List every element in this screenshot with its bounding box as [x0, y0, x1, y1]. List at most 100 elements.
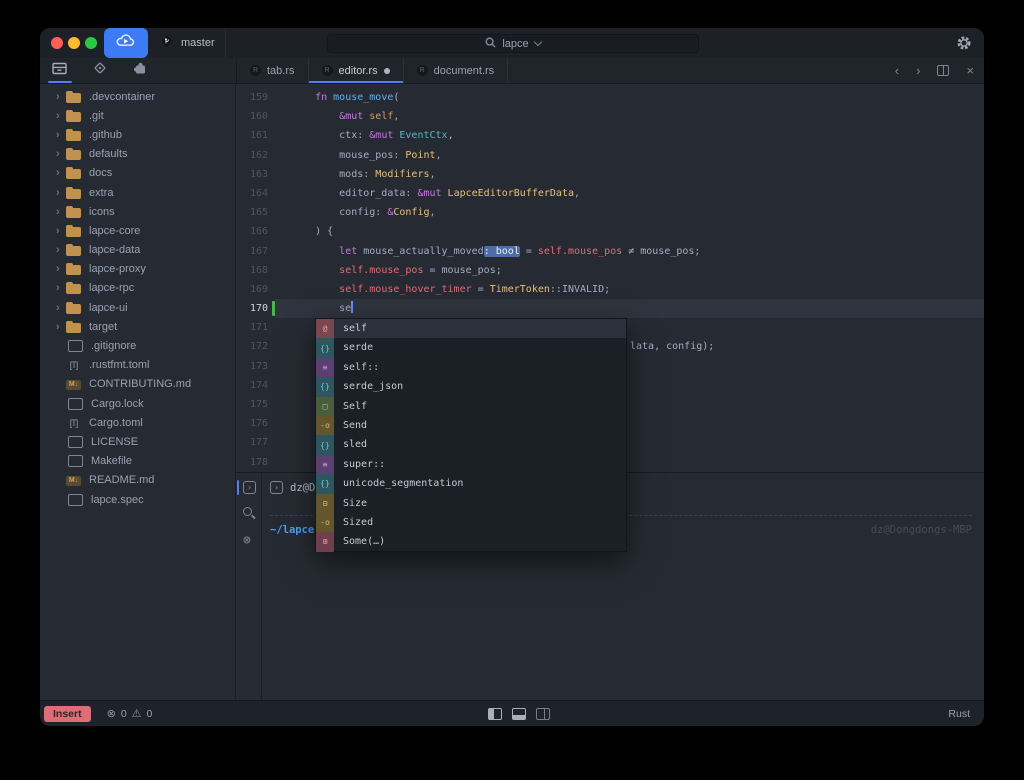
plugins-icon[interactable]	[133, 61, 147, 80]
tree-item-.git[interactable]: ›.git	[40, 106, 235, 125]
code-line-160[interactable]: 160 &mut self,	[236, 107, 984, 126]
tree-item-label: .devcontainer	[89, 91, 155, 103]
tree-item-icons[interactable]: ›icons	[40, 202, 235, 221]
code-line-164[interactable]: 164 editor_data: &mut LapceEditorBufferD…	[236, 184, 984, 203]
tree-item-README.md[interactable]: ›M↓README.md	[40, 471, 235, 490]
completion-label: Sized	[334, 513, 373, 532]
code-line-165[interactable]: 165 config: &Config,	[236, 203, 984, 222]
markdown-file-icon: M↓	[66, 380, 81, 390]
code-line-166[interactable]: 166 ) {	[236, 222, 984, 241]
palette-search-input[interactable]: lapce	[327, 34, 699, 53]
line-number: 177	[236, 433, 268, 452]
language-indicator[interactable]: Rust	[948, 708, 970, 720]
diagnostics[interactable]: ⊗ 0 ⚠ 0	[107, 707, 153, 720]
completion-item-self::[interactable]: ≡self::	[316, 358, 626, 377]
tree-item-.github[interactable]: ›.github	[40, 125, 235, 144]
code-text: editor_data: &mut LapceEditorBufferData,	[275, 184, 984, 203]
problems-panel-icon[interactable]: ⊗	[243, 533, 251, 548]
tree-item-.devcontainer[interactable]: ›.devcontainer	[40, 87, 235, 106]
toggle-left-panel-icon[interactable]	[488, 708, 502, 720]
completion-item-Size[interactable]: ⊟Size	[316, 494, 626, 513]
completion-label: super::	[334, 455, 385, 474]
tree-item-.gitignore[interactable]: ›.gitignore	[40, 336, 235, 355]
completion-item-Send[interactable]: -oSend	[316, 416, 626, 435]
tree-item-defaults[interactable]: ›defaults	[40, 145, 235, 164]
branch-selector[interactable]: master	[150, 28, 226, 58]
tree-item-target[interactable]: ›target	[40, 317, 235, 336]
tree-item-.rustfmt.toml[interactable]: ›[T].rustfmt.toml	[40, 356, 235, 375]
lapce-window: master lapce	[40, 28, 984, 726]
tree-item-lapce-ui[interactable]: ›lapce-ui	[40, 298, 235, 317]
close-editor-icon[interactable]: ×	[966, 63, 974, 78]
chevron-right-icon: ›	[56, 321, 66, 333]
tree-item-lapce-proxy[interactable]: ›lapce-proxy	[40, 260, 235, 279]
tree-item-docs[interactable]: ›docs	[40, 164, 235, 183]
file-icon	[68, 494, 83, 506]
file-explorer-icon[interactable]	[52, 62, 67, 80]
code-line-163[interactable]: 163 mods: Modifiers,	[236, 165, 984, 184]
completion-item-sled[interactable]: {}sled	[316, 435, 626, 454]
code-line-168[interactable]: 168 self.mouse_pos = mouse_pos;	[236, 261, 984, 280]
code-line-169[interactable]: 169 self.mouse_hover_timer = TimerToken:…	[236, 280, 984, 299]
folder-icon	[66, 150, 81, 160]
tree-item-label: .github	[89, 129, 122, 141]
warnings-count: 0	[147, 708, 153, 720]
code-line-167[interactable]: 167 let mouse_actually_moved: bool = sel…	[236, 242, 984, 261]
tree-item-lapce.spec[interactable]: ›lapce.spec	[40, 490, 235, 509]
terminal-panel-icon[interactable]: ›	[243, 481, 256, 494]
code-line-170[interactable]: 170 se	[236, 299, 984, 318]
minimize-traffic-light[interactable]	[68, 37, 80, 49]
completion-item-serde[interactable]: {}serde	[316, 338, 626, 357]
completion-item-Self[interactable]: □Self	[316, 397, 626, 416]
tree-item-label: .gitignore	[91, 340, 136, 352]
line-number: 161	[236, 126, 268, 145]
completion-item-unicode_segmentation[interactable]: {}unicode_segmentation	[316, 474, 626, 493]
tree-item-lapce-core[interactable]: › lapce-core	[40, 221, 235, 240]
markdown-file-icon: M↓	[66, 476, 81, 486]
completion-item-Sized[interactable]: -oSized	[316, 513, 626, 532]
tree-item-extra[interactable]: ›extra	[40, 183, 235, 202]
tree-item-label: lapce-core	[89, 225, 140, 237]
settings-button[interactable]	[956, 35, 972, 56]
completion-item-serde_json[interactable]: {}serde_json	[316, 377, 626, 396]
tree-item-lapce-rpc[interactable]: ›lapce-rpc	[40, 279, 235, 298]
completion-item-self[interactable]: @self	[316, 319, 626, 338]
close-traffic-light[interactable]	[51, 37, 63, 49]
errors-icon: ⊗	[107, 707, 116, 720]
split-editor-icon[interactable]	[937, 65, 949, 76]
tree-item-LICENSE[interactable]: ›LICENSE	[40, 432, 235, 451]
module-kind-icon: {}	[316, 338, 334, 357]
tree-item-lapce-data[interactable]: ›lapce-data	[40, 241, 235, 260]
code-line-162[interactable]: 162 mouse_pos: Point,	[236, 146, 984, 165]
tab-editor.rs[interactable]: Reditor.rs	[309, 58, 404, 83]
tab-tab.rs[interactable]: Rtab.rs	[237, 58, 309, 83]
completion-item-super::[interactable]: ≡super::	[316, 455, 626, 474]
zoom-traffic-light[interactable]	[85, 37, 97, 49]
completion-item-Some(…)[interactable]: ⊞Some(…)	[316, 532, 626, 551]
lapce-logo-button[interactable]	[104, 28, 148, 58]
search-panel-icon[interactable]	[243, 507, 252, 516]
tree-item-label: docs	[89, 167, 112, 179]
tree-item-Cargo.lock[interactable]: ›Cargo.lock	[40, 394, 235, 413]
toggle-bottom-panel-icon[interactable]	[512, 708, 526, 720]
code-text: config: &Config,	[275, 203, 984, 222]
struct-gold-kind-icon: ⊟	[316, 494, 334, 513]
tree-item-Makefile[interactable]: ›Makefile	[40, 452, 235, 471]
file-icon	[68, 398, 83, 410]
tree-item-Cargo.toml[interactable]: ›[T]Cargo.toml	[40, 413, 235, 432]
source-control-icon[interactable]	[93, 61, 107, 80]
path-kind-icon: ≡	[316, 455, 334, 474]
toggle-right-panel-icon[interactable]	[536, 708, 550, 720]
tree-item-label: README.md	[89, 474, 154, 486]
nav-forward-icon[interactable]: ›	[916, 63, 920, 78]
toml-file-icon: [T]	[66, 417, 81, 429]
tree-item-CONTRIBUTING.md[interactable]: ›M↓CONTRIBUTING.md	[40, 375, 235, 394]
code-line-161[interactable]: 161 ctx: &mut EventCtx,	[236, 126, 984, 145]
chevron-right-icon: ›	[56, 206, 66, 218]
nav-back-icon[interactable]: ‹	[895, 63, 899, 78]
chevron-right-icon: ›	[56, 225, 66, 237]
code-editor[interactable]: 159 fn mouse_move(160 &mut self,161 ctx:…	[236, 84, 984, 472]
line-number: 162	[236, 146, 268, 165]
tab-document.rs[interactable]: Rdocument.rs	[404, 58, 509, 83]
code-line-159[interactable]: 159 fn mouse_move(	[236, 88, 984, 107]
